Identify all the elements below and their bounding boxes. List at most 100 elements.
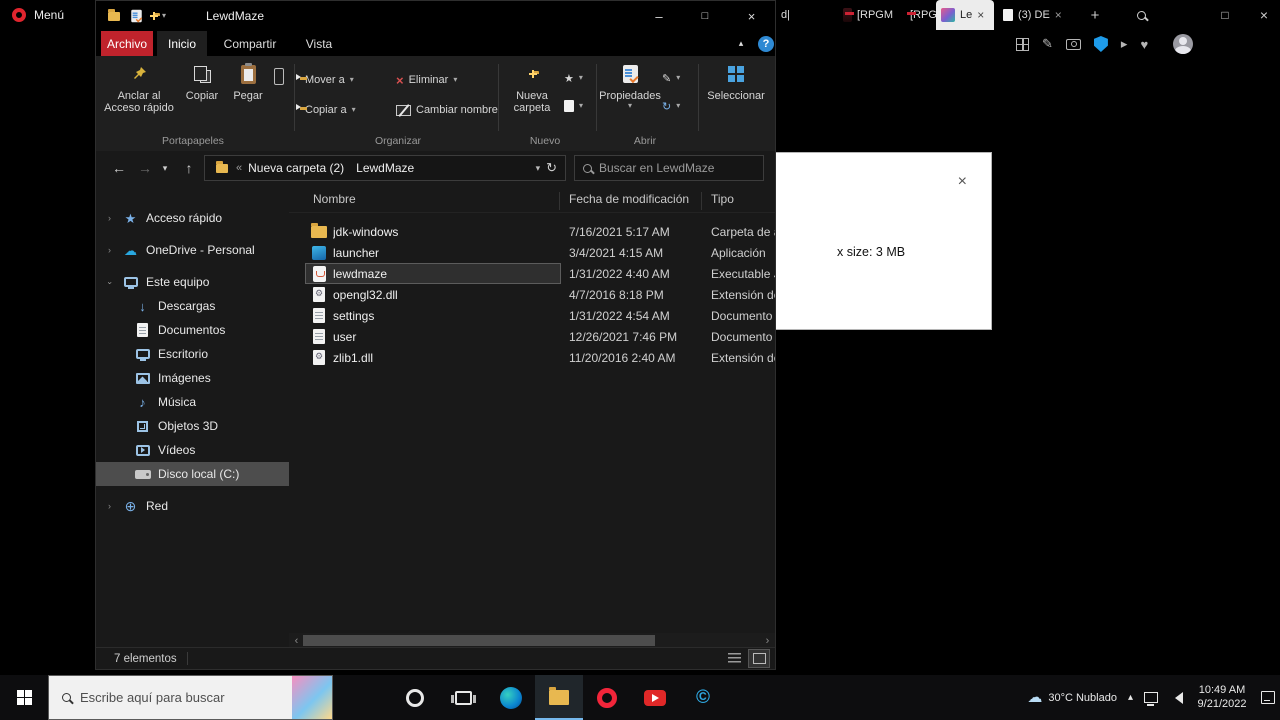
column-header-name[interactable]: Nombre bbox=[313, 192, 356, 206]
weather-widget[interactable]: ☁ 30°C Nublado bbox=[1027, 690, 1117, 705]
taskbar-app-ring[interactable] bbox=[391, 675, 439, 720]
explorer-search-input[interactable] bbox=[599, 161, 744, 175]
edit-button[interactable]: ✎ ▾ bbox=[662, 68, 680, 88]
tab-search-icon[interactable] bbox=[1128, 0, 1154, 30]
sidebar-item-music[interactable]: ♪ Música bbox=[96, 390, 289, 414]
dialog-close-icon[interactable]: × bbox=[958, 173, 967, 191]
rename-button[interactable]: Cambiar nombre bbox=[396, 100, 498, 120]
delete-button[interactable]: × Eliminar ▾ bbox=[396, 70, 457, 90]
column-header-modified[interactable]: Fecha de modificación bbox=[569, 192, 689, 206]
hidden-icons-chevron[interactable]: ▴ bbox=[1128, 692, 1133, 703]
sidebar-item-quick-access[interactable]: › ★ Acceso rápido bbox=[96, 206, 289, 230]
new-item-button[interactable]: ▾ bbox=[564, 96, 583, 116]
breadcrumb-overflow-chevron[interactable]: « bbox=[236, 162, 242, 174]
flow-send-icon[interactable]: ▸ bbox=[1121, 36, 1128, 52]
tab-close-icon[interactable]: × bbox=[1055, 8, 1062, 22]
camera-icon[interactable] bbox=[1065, 38, 1081, 50]
details-view-button[interactable] bbox=[724, 650, 744, 667]
search-highlight-illustration[interactable] bbox=[292, 676, 332, 719]
taskbar-edge[interactable] bbox=[487, 675, 535, 720]
column-header-type[interactable]: Tipo bbox=[711, 192, 734, 206]
browser-tab-partial[interactable]: d| bbox=[776, 0, 796, 30]
sidebar-item-documents[interactable]: Documentos bbox=[96, 318, 289, 342]
new-folder-button[interactable]: Nueva carpeta bbox=[504, 61, 560, 133]
browser-tab-rpgm-1[interactable]: [RPGM bbox=[838, 0, 898, 30]
refresh-icon[interactable]: ↻ bbox=[546, 160, 557, 176]
ribbon-collapse-icon[interactable]: ▴ bbox=[730, 31, 752, 56]
sidebar-item-downloads[interactable]: ↓ Descargas bbox=[96, 294, 289, 318]
taskbar-search[interactable] bbox=[48, 675, 333, 720]
file-row-jdk-windows[interactable]: jdk-windows 7/16/2021 5:17 AM Carpeta de… bbox=[289, 221, 775, 242]
action-center-icon[interactable] bbox=[1261, 691, 1275, 704]
breadcrumb[interactable]: « Nueva carpeta (2) LewdMaze ▾ ↻ bbox=[204, 155, 566, 181]
history-button[interactable]: ↻ ▾ bbox=[662, 96, 680, 116]
sidebar-item-desktop[interactable]: Escritorio bbox=[96, 342, 289, 366]
qat-chevron-down-icon[interactable]: ▾ bbox=[162, 12, 166, 20]
tab-compartir[interactable]: Compartir bbox=[211, 31, 289, 56]
file-row-zlib1[interactable]: ⚙ zlib1.dll 11/20/2016 2:40 AM Extensión… bbox=[289, 347, 775, 368]
file-row-lewdmaze-selected[interactable]: lewdmaze 1/31/2022 4:40 AM Executable J bbox=[289, 263, 775, 284]
opera-menu-button[interactable]: Menú bbox=[0, 0, 92, 30]
paste-button[interactable]: Pegar bbox=[226, 61, 270, 133]
easy-access-button[interactable]: ★ ▾ bbox=[564, 68, 583, 88]
file-row-opengl32[interactable]: ⚙ opengl32.dll 4/7/2016 8:18 PM Extensió… bbox=[289, 284, 775, 305]
window-close-button[interactable]: × bbox=[1250, 0, 1278, 30]
copy-to-button[interactable]: Copiar a ▾ bbox=[296, 100, 356, 120]
explorer-search[interactable] bbox=[574, 155, 764, 181]
sidebar-item-this-pc[interactable]: › Este equipo bbox=[96, 270, 289, 294]
tab-close-icon[interactable]: × bbox=[977, 8, 984, 22]
minimize-button[interactable]: – bbox=[636, 1, 682, 31]
tab-vista[interactable]: Vista bbox=[293, 31, 345, 56]
scroll-left-icon[interactable]: ‹ bbox=[289, 633, 304, 648]
pin-to-quick-access-button[interactable]: Anclar al Acceso rápido bbox=[102, 61, 176, 133]
copy-button[interactable]: Copiar bbox=[180, 61, 224, 133]
tab-inicio[interactable]: Inicio bbox=[157, 31, 207, 56]
maximize-button[interactable]: □ bbox=[682, 1, 728, 31]
up-button[interactable]: ↑ bbox=[176, 153, 202, 183]
taskbar-search-input[interactable] bbox=[80, 690, 250, 705]
network-icon[interactable] bbox=[1144, 692, 1158, 706]
chevron-right-icon[interactable]: › bbox=[104, 245, 115, 255]
favorites-heart-icon[interactable]: ♥ bbox=[1140, 37, 1148, 52]
start-button[interactable] bbox=[0, 675, 48, 720]
taskbar-opera[interactable] bbox=[583, 675, 631, 720]
forward-button[interactable]: → bbox=[132, 153, 158, 183]
breadcrumb-item-root[interactable]: Nueva carpeta (2) bbox=[248, 161, 344, 175]
breadcrumb-item-current[interactable]: LewdMaze bbox=[356, 161, 414, 175]
taskbar-clock[interactable]: 10:49 AM 9/21/2022 bbox=[1194, 684, 1250, 711]
chevron-right-icon[interactable]: › bbox=[104, 213, 115, 223]
vpn-shield-icon[interactable] bbox=[1093, 36, 1108, 52]
sidebar-item-pictures[interactable]: Imágenes bbox=[96, 366, 289, 390]
browser-tab-rpgm-2[interactable]: [RPGM bbox=[900, 0, 936, 30]
taskbar-copyright-app[interactable]: © bbox=[679, 675, 727, 720]
clipboard-tools-icon[interactable] bbox=[274, 68, 284, 85]
horizontal-scrollbar[interactable]: ‹ › bbox=[289, 633, 775, 648]
select-button[interactable]: Seleccionar bbox=[704, 61, 768, 133]
sidebar-item-videos[interactable]: Vídeos bbox=[96, 438, 289, 462]
chevron-expanded-icon[interactable]: › bbox=[105, 282, 114, 285]
recent-locations-chevron[interactable]: ▾ bbox=[156, 153, 174, 183]
move-to-button[interactable]: Mover a ▾ bbox=[296, 70, 354, 90]
scrollbar-thumb[interactable] bbox=[303, 635, 655, 646]
help-button[interactable]: ? bbox=[754, 31, 778, 56]
browser-tab-de[interactable]: (3) DE × bbox=[998, 0, 1078, 30]
browser-tab-active[interactable]: Le × bbox=[936, 0, 994, 30]
taskbar-video-app[interactable] bbox=[631, 675, 679, 720]
tab-tiling-icon[interactable] bbox=[1016, 37, 1029, 51]
profile-avatar[interactable] bbox=[1173, 34, 1194, 54]
tab-archivo[interactable]: Archivo bbox=[101, 31, 153, 56]
file-row-launcher[interactable]: launcher 3/4/2021 4:15 AM Aplicación bbox=[289, 242, 775, 263]
back-button[interactable]: ← bbox=[106, 153, 132, 183]
new-tab-button[interactable]: + bbox=[1082, 0, 1108, 30]
scroll-right-icon[interactable]: › bbox=[760, 633, 775, 648]
sidebar-item-onedrive[interactable]: › ☁ OneDrive - Personal bbox=[96, 238, 289, 262]
snapshot-pencil-icon[interactable]: ✎ bbox=[1042, 36, 1053, 52]
window-maximize-button[interactable]: □ bbox=[1210, 0, 1240, 30]
file-row-user[interactable]: user 12/26/2021 7:46 PM Documento bbox=[289, 326, 775, 347]
close-button[interactable]: × bbox=[728, 1, 775, 31]
sidebar-item-3d-objects[interactable]: Objetos 3D bbox=[96, 414, 289, 438]
task-view-button[interactable] bbox=[439, 675, 487, 720]
file-row-settings[interactable]: settings 1/31/2022 4:54 AM Documento bbox=[289, 305, 775, 326]
taskbar-file-explorer[interactable] bbox=[535, 675, 583, 720]
chevron-right-icon[interactable]: › bbox=[104, 501, 115, 511]
